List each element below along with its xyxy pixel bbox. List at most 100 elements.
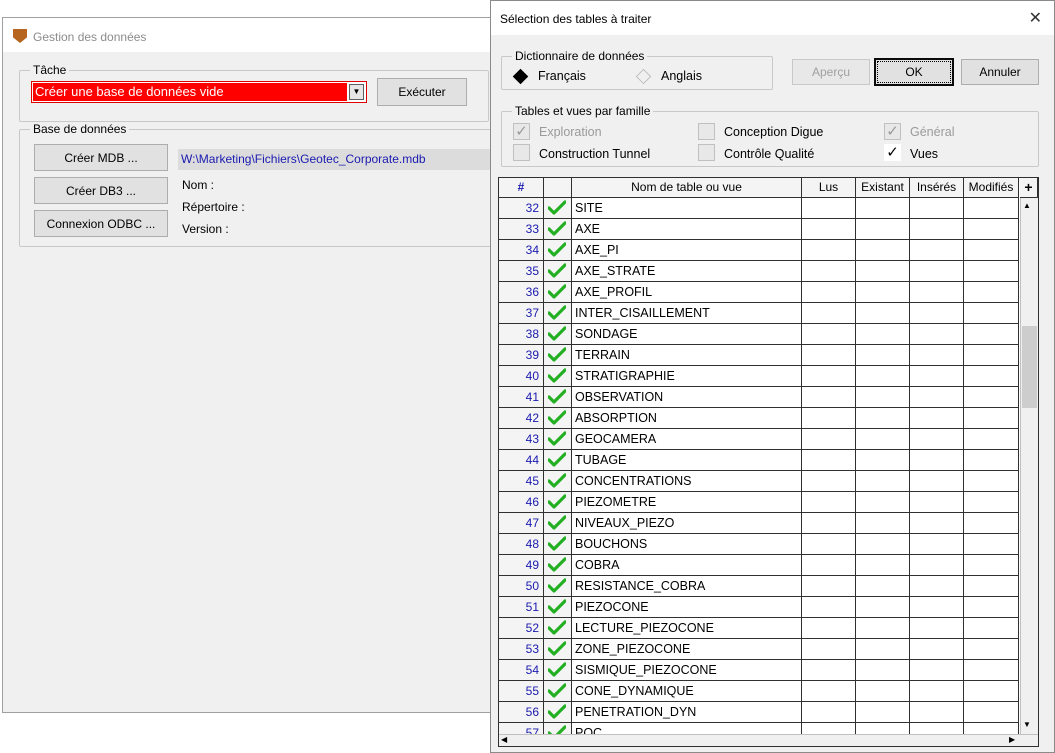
ok-button[interactable]: OK [874,58,954,86]
row-table-name: CONE_DYNAMIQUE [572,681,802,702]
row-checkbox[interactable] [544,492,572,513]
table-row[interactable]: 36 AXE_PROFIL [499,282,1019,303]
row-number: 34 [499,240,544,261]
table-row[interactable]: 32 SITE [499,198,1019,219]
checkbox-construction-tunnel[interactable] [513,144,530,161]
row-checkbox[interactable] [544,366,572,387]
scroll-right-icon[interactable]: ▶ [1009,735,1015,744]
scroll-left-icon[interactable]: ◀ [501,735,507,744]
table-row[interactable]: 52 LECTURE_PIEZOCONE [499,618,1019,639]
header-inseres[interactable]: Insérés [910,178,964,198]
table-row[interactable]: 54 SISMIQUE_PIEZOCONE [499,660,1019,681]
table-row[interactable]: 50 RESISTANCE_COBRA [499,576,1019,597]
checkbox-conception-digue[interactable] [698,123,715,140]
preview-button[interactable]: Aperçu [792,59,870,85]
create-db3-button[interactable]: Créer DB3 ... [34,177,168,204]
row-lus [802,492,856,513]
row-table-name: LECTURE_PIEZOCONE [572,618,802,639]
header-number[interactable]: # [499,178,544,198]
row-checkbox[interactable] [544,282,572,303]
table-row[interactable]: 49 COBRA [499,555,1019,576]
row-modifies [964,618,1019,639]
table-row[interactable]: 51 PIEZOCONE [499,597,1019,618]
header-modifies[interactable]: Modifiés [964,178,1019,198]
table-row[interactable]: 39 TERRAIN [499,345,1019,366]
table-row[interactable]: 46 PIEZOMETRE [499,492,1019,513]
checkbox-general[interactable]: ✓ [884,123,901,140]
horizontal-scrollbar[interactable]: ◀ ▶ [499,734,1038,746]
row-checkbox[interactable] [544,261,572,282]
task-combo[interactable]: Créer une base de données vide ▼ [31,81,367,103]
family-group-label: Tables et vues par famille [512,104,654,118]
vertical-scrollbar[interactable]: ▲ ▼ [1020,198,1038,734]
table-row[interactable]: 41 OBSERVATION [499,387,1019,408]
close-icon[interactable]: ✕ [1029,8,1042,28]
add-column-button[interactable]: + [1020,178,1038,198]
row-checkbox[interactable] [544,324,572,345]
create-mdb-button[interactable]: Créer MDB ... [34,144,168,171]
table-row[interactable]: 44 TUBAGE [499,450,1019,471]
header-name[interactable]: Nom de table ou vue [572,178,802,198]
row-checkbox[interactable] [544,618,572,639]
row-existant [856,240,910,261]
row-checkbox[interactable] [544,198,572,219]
row-existant [856,702,910,723]
row-table-name: ABSORPTION [572,408,802,429]
header-existant[interactable]: Existant [856,178,910,198]
row-inseres [910,282,964,303]
checkbox-vues[interactable]: ✓ [884,144,901,161]
checkbox-exploration[interactable]: ✓ [513,123,530,140]
checkbox-exploration-label: Exploration [539,125,602,139]
row-checkbox[interactable] [544,471,572,492]
row-checkbox[interactable] [544,219,572,240]
row-checkbox[interactable] [544,576,572,597]
row-checkbox[interactable] [544,303,572,324]
row-checkbox[interactable] [544,387,572,408]
row-inseres [910,618,964,639]
table-row[interactable]: 40 STRATIGRAPHIE [499,366,1019,387]
cancel-button[interactable]: Annuler [961,59,1039,85]
row-checkbox[interactable] [544,681,572,702]
table-row[interactable]: 45 CONCENTRATIONS [499,471,1019,492]
table-row[interactable]: 47 NIVEAUX_PIEZO [499,513,1019,534]
row-checkbox[interactable] [544,429,572,450]
row-checkbox[interactable] [544,660,572,681]
table-row[interactable]: 34 AXE_PI [499,240,1019,261]
table-row[interactable]: 55 CONE_DYNAMIQUE [499,681,1019,702]
table-row[interactable]: 37 INTER_CISAILLEMENT [499,303,1019,324]
row-table-name: OBSERVATION [572,387,802,408]
row-checkbox[interactable] [544,555,572,576]
connect-odbc-button[interactable]: Connexion ODBC ... [34,210,168,237]
table-row[interactable]: 35 AXE_STRATE [499,261,1019,282]
table-row[interactable]: 48 BOUCHONS [499,534,1019,555]
execute-button[interactable]: Exécuter [377,78,467,106]
table-row[interactable]: 38 SONDAGE [499,324,1019,345]
header-lus[interactable]: Lus [802,178,856,198]
table-row[interactable]: 43 GEOCAMERA [499,429,1019,450]
row-checkbox[interactable] [544,639,572,660]
tables-grid[interactable]: # Nom de table ou vue Lus Existant Insér… [498,177,1039,747]
table-row[interactable]: 33 AXE [499,219,1019,240]
table-row[interactable]: 53 ZONE_PIEZOCONE [499,639,1019,660]
row-existant [856,660,910,681]
row-lus [802,471,856,492]
row-checkbox[interactable] [544,450,572,471]
vertical-scroll-thumb[interactable] [1022,326,1037,408]
table-row[interactable]: 42 ABSORPTION [499,408,1019,429]
row-checkbox[interactable] [544,702,572,723]
row-modifies [964,534,1019,555]
scroll-down-icon[interactable]: ▼ [1023,720,1031,729]
checkbox-controle-qualite[interactable] [698,144,715,161]
row-checkbox[interactable] [544,597,572,618]
row-checkbox[interactable] [544,408,572,429]
row-checkbox[interactable] [544,513,572,534]
header-check[interactable] [544,178,572,198]
chevron-down-icon[interactable]: ▼ [349,84,364,100]
row-lus [802,282,856,303]
table-row[interactable]: 56 PENETRATION_DYN [499,702,1019,723]
row-checkbox[interactable] [544,345,572,366]
row-checkbox[interactable] [544,240,572,261]
row-checkbox[interactable] [544,534,572,555]
scroll-up-icon[interactable]: ▲ [1023,201,1031,210]
row-modifies [964,345,1019,366]
